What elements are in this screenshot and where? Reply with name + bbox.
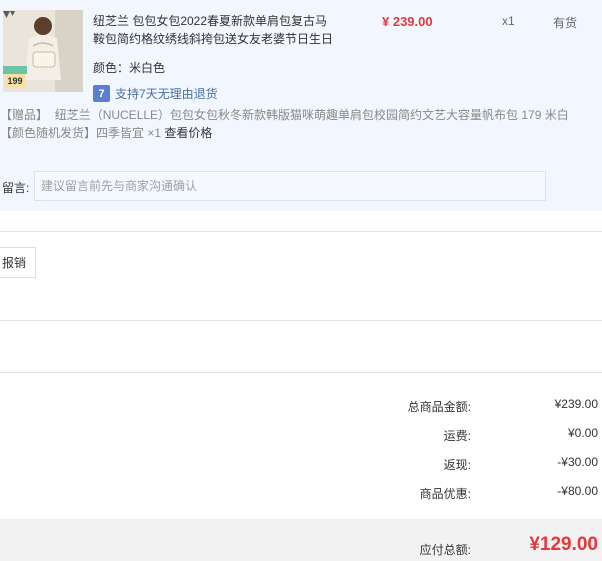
- total-bar: 应付总额: ¥129.00: [0, 519, 602, 561]
- gift-tag: 【赠品】: [0, 108, 49, 122]
- order-item-panel: 199 纽芝兰 包包女包2022春夏新款单肩包复古马鞍包简约格纹绣线斜挎包送女友…: [0, 0, 602, 211]
- total-amount: ¥129.00: [529, 534, 598, 555]
- product-title-link[interactable]: 纽芝兰 包包女包2022春夏新款单肩包复古马鞍包简约格纹绣线斜挎包送女友老婆节日…: [93, 12, 338, 48]
- unit-price: ¥ 239.00: [382, 14, 433, 29]
- seven-day-return-icon: 7: [93, 85, 110, 102]
- summary-label-discount: 商品优惠:: [419, 487, 471, 501]
- invoice-reimburse-button[interactable]: 报销: [0, 247, 36, 278]
- note-input[interactable]: [34, 171, 546, 201]
- section-divider: [0, 372, 602, 373]
- product-thumbnail[interactable]: 199: [3, 10, 83, 92]
- summary-value-shipping: ¥0.00: [567, 426, 598, 440]
- view-price-link[interactable]: 查看价格: [164, 126, 212, 140]
- return-policy[interactable]: 7 支持7天无理由退货: [93, 85, 218, 102]
- thumb-price-sticker: 199: [5, 74, 25, 88]
- summary-label-goods-total: 总商品金额:: [407, 400, 471, 414]
- summary-label-shipping: 运费:: [443, 429, 471, 443]
- total-label: 应付总额:: [419, 543, 471, 557]
- note-label: 留言:: [2, 181, 30, 195]
- gift-color-note: 【颜色随机发货】: [0, 126, 97, 140]
- gift-suffix: 四季皆宜 ×1: [96, 126, 162, 140]
- product-color: 颜色：米白色: [93, 61, 166, 75]
- summary-label-cashback: 返现:: [443, 458, 471, 472]
- return-policy-text: 支持7天无理由退货: [115, 87, 218, 101]
- stock-status: 有货: [553, 16, 578, 30]
- summary-value-discount: -¥80.00: [557, 484, 598, 498]
- section-divider: [0, 320, 602, 321]
- section-divider: [0, 231, 602, 232]
- gift-name: 纽芝兰（NUCELLE）包包女包秋冬新款韩版猫咪萌趣单肩包校园简约文艺大容量帆布…: [54, 108, 569, 122]
- quantity: x1: [502, 14, 515, 28]
- summary-value-goods-total: ¥239.00: [554, 397, 598, 411]
- gift-info: 【赠品】 纽芝兰（NUCELLE）包包女包秋冬新款韩版猫咪萌趣单肩包校园简约文艺…: [0, 106, 600, 142]
- summary-value-cashback: -¥30.00: [557, 455, 598, 469]
